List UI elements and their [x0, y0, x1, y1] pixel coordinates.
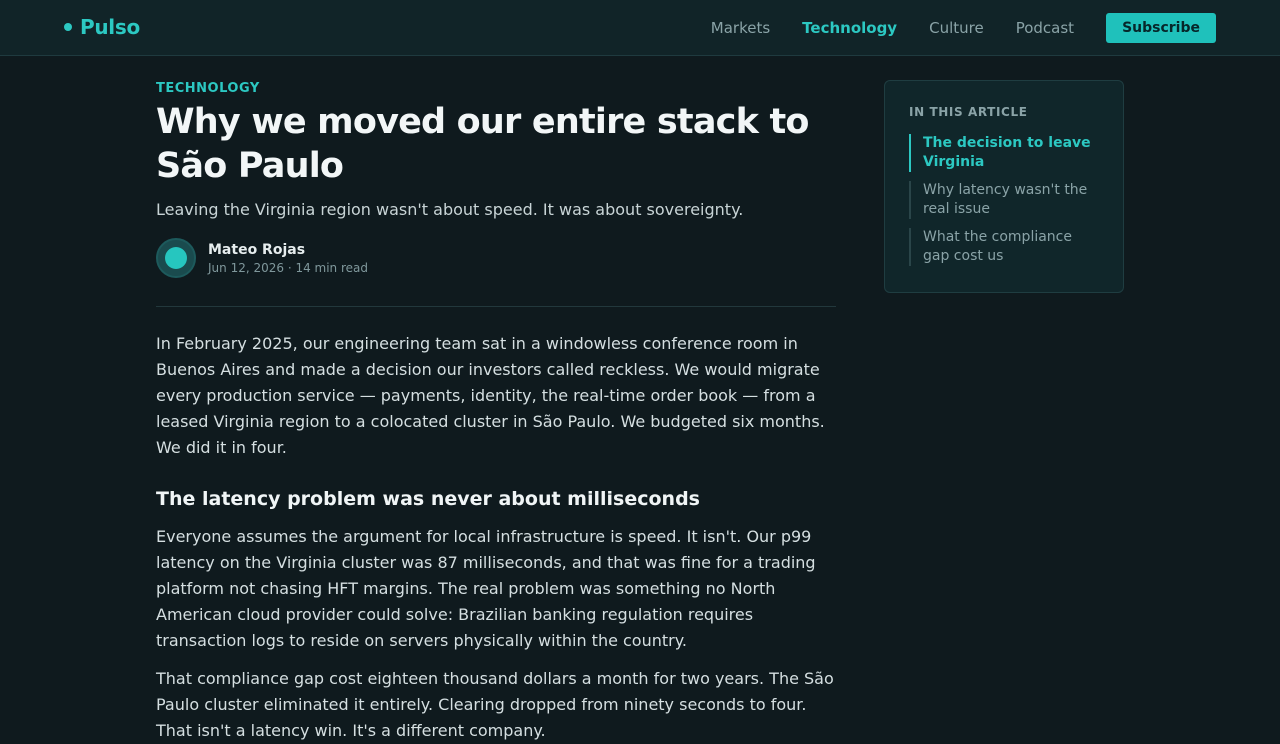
brand-logo[interactable]: Pulso [64, 15, 140, 39]
brand-name: Pulso [80, 15, 140, 39]
article-category[interactable]: TECHNOLOGY [156, 81, 836, 96]
toc-title: IN THIS ARTICLE [909, 105, 1028, 119]
author-name[interactable]: Mateo Rojas [208, 242, 368, 258]
nav-link-culture[interactable]: Culture [929, 13, 984, 43]
brand-dot-icon [64, 23, 72, 31]
article-dek: Leaving the Virginia region wasn't about… [156, 200, 744, 219]
avatar-circle-icon [165, 247, 187, 269]
article-paragraph: Everyone assumes the argument for local … [156, 527, 816, 650]
table-of-contents: IN THIS ARTICLE The decision to leave Vi… [884, 80, 1124, 293]
article-meta: Jun 12, 2026 · 14 min read [208, 260, 368, 275]
site-header: Pulso Markets Technology Culture Podcast… [0, 0, 1280, 56]
article-paragraph: That compliance gap cost eighteen thousa… [156, 669, 834, 740]
section-heading: The latency problem was never about mill… [156, 488, 700, 510]
nav-link-podcast[interactable]: Podcast [1016, 13, 1074, 43]
nav-link-technology[interactable]: Technology [802, 13, 897, 43]
article: TECHNOLOGY Why we moved our entire stack… [156, 80, 836, 744]
toc-item-decision[interactable]: The decision to leave Virginia [909, 134, 1099, 172]
toc-item-latency[interactable]: Why latency wasn't the real issue [909, 181, 1099, 219]
byline: Mateo Rojas Jun 12, 2026 · 14 min read [156, 238, 836, 278]
article-title: Why we moved our entire stack to São Pau… [156, 102, 809, 186]
author-avatar[interactable] [156, 238, 196, 278]
toc-list: The decision to leave Virginia Why laten… [909, 134, 1099, 266]
toc-item-compliance[interactable]: What the compliance gap cost us [909, 228, 1099, 266]
byline-text: Mateo Rojas Jun 12, 2026 · 14 min read [208, 242, 368, 275]
divider [156, 306, 836, 307]
subscribe-button[interactable]: Subscribe [1106, 13, 1216, 43]
nav-link-markets[interactable]: Markets [711, 13, 770, 43]
article-paragraph: In February 2025, our engineering team s… [156, 334, 825, 457]
main-nav: Markets Technology Culture Podcast Subsc… [711, 13, 1216, 43]
